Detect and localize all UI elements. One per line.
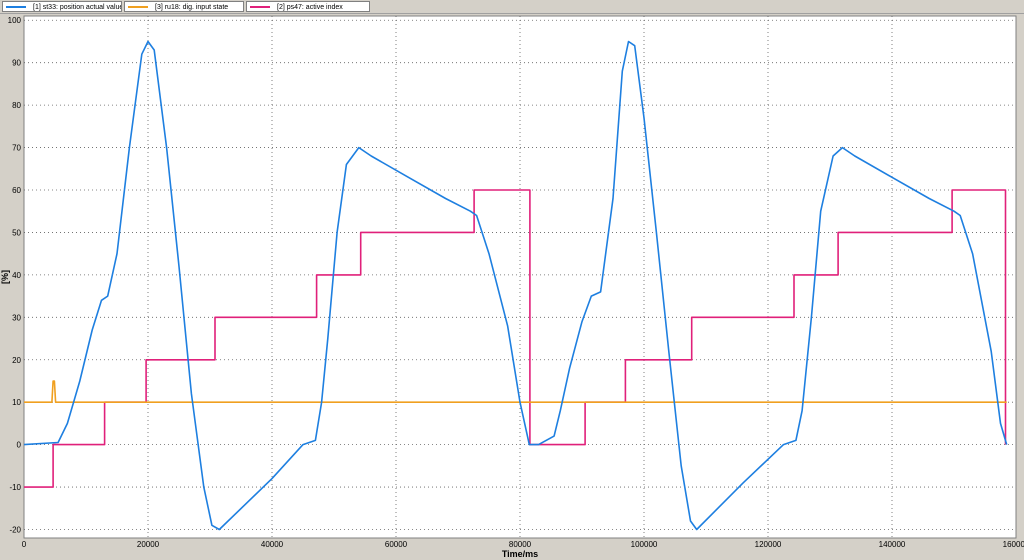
x-tick-label: 140000 (879, 540, 906, 549)
y-tick-label: 20 (12, 356, 21, 365)
x-axis-title: Time/ms (502, 549, 538, 559)
y-tick-label: 40 (12, 271, 21, 280)
x-tick-label: 20000 (137, 540, 160, 549)
y-tick-label: 60 (12, 186, 21, 195)
y-tick-label: 0 (17, 441, 22, 450)
chart: 0 20000 40000 60000 80000 100000 120000 140000 1… (0, 15, 1024, 559)
y-tick-label: 90 (12, 59, 21, 68)
x-tick-label: 160000 (1003, 540, 1024, 549)
y-axis-title: [%] (0, 270, 10, 284)
x-tick-label: 120000 (755, 540, 782, 549)
y-tick-label: 30 (12, 313, 21, 322)
x-tick-label: 0 (22, 540, 27, 549)
y-tick-label: -10 (9, 483, 21, 492)
y-tick-label: 50 (12, 228, 21, 237)
x-tick-label: 40000 (261, 540, 284, 549)
x-tick-label: 100000 (631, 540, 658, 549)
y-tick-label: 80 (12, 101, 21, 110)
x-tick-label: 80000 (509, 540, 532, 549)
y-tick-label: 70 (12, 144, 21, 153)
x-tick-label: 60000 (385, 540, 408, 549)
y-tick-label: 10 (12, 398, 21, 407)
y-tick-label: 100 (8, 16, 22, 25)
y-tick-label: -20 (9, 526, 21, 535)
